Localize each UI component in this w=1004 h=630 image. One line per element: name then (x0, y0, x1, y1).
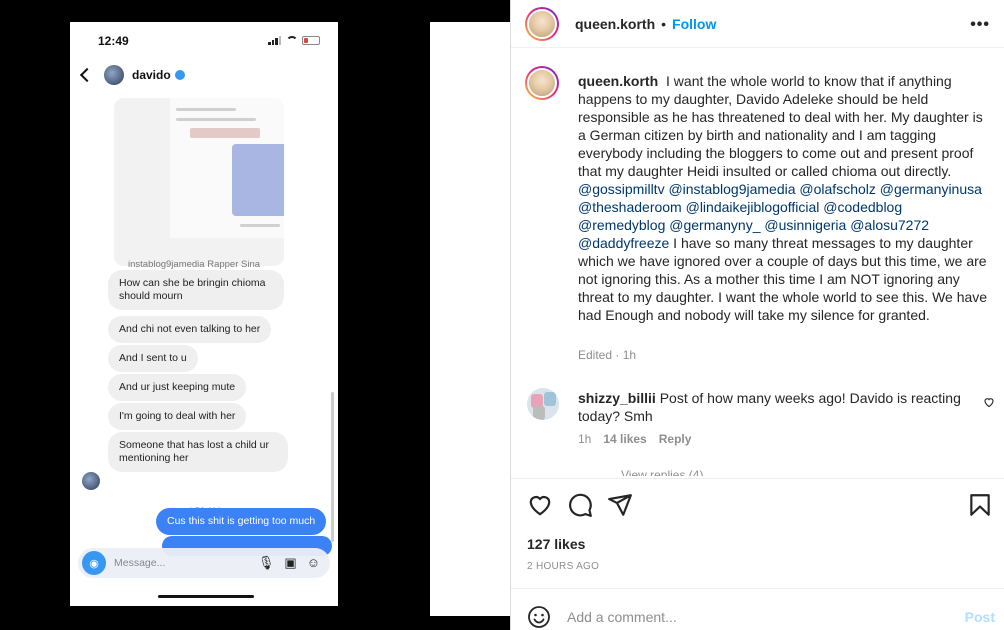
comment-likes[interactable]: 14 likes (603, 432, 646, 446)
likes-count[interactable]: 127 likes (527, 536, 585, 552)
next-slide-edge (430, 22, 510, 616)
message-bubble: I'm going to deal with her (108, 403, 247, 430)
bookmark-icon[interactable] (967, 492, 993, 518)
comment-time: 1h (578, 432, 592, 446)
phone-status-bar: 12:49 (70, 34, 338, 50)
message-input: Message... (114, 557, 166, 569)
commenter-avatar[interactable] (527, 388, 559, 420)
sender-avatar (82, 472, 100, 490)
shared-post-preview (114, 98, 284, 266)
view-replies-button[interactable]: View replies (4) (621, 468, 703, 476)
back-icon (79, 67, 95, 83)
camera-icon: ◉ (82, 551, 106, 575)
mic-icon: 🎙 (257, 555, 275, 570)
comment-text: shizzy_billii Post of how many weeks ago… (578, 390, 961, 424)
dm-header: davido (70, 62, 338, 88)
post-comment-button[interactable]: Post (965, 609, 995, 625)
posted-time: 2 HOURS AGO (527, 561, 600, 572)
wifi-icon (286, 36, 298, 45)
divider (511, 588, 1004, 589)
shared-post-image (170, 98, 284, 238)
share-icon[interactable] (607, 492, 633, 518)
follow-button[interactable]: Follow (672, 16, 716, 32)
more-icon[interactable]: ••• (970, 16, 990, 34)
phone-time: 12:49 (98, 34, 129, 48)
caption-meta: Edited · 1h (578, 348, 637, 362)
reply-button[interactable]: Reply (659, 432, 692, 446)
separator-dot: • (661, 15, 667, 32)
message-bubble: And chi not even talking to her (108, 316, 272, 343)
comment-meta: 1h 14 likes Reply (578, 432, 691, 446)
caption-username[interactable]: queen.korth (578, 73, 658, 89)
caption-avatar[interactable] (525, 66, 559, 100)
emoji-icon[interactable] (527, 605, 551, 629)
verified-icon (174, 70, 185, 80)
message-bubble-out: Cus this shit is getting too much (156, 508, 327, 535)
battery-icon (302, 36, 320, 45)
post-media[interactable]: 12:49 davido instablog9jamedia Rapper Si… (0, 0, 510, 630)
message-bubble: How can she be bringin chioma should mou… (108, 270, 284, 310)
author-avatar[interactable] (525, 6, 559, 41)
heart-icon[interactable] (527, 492, 553, 518)
signal-icon (268, 36, 282, 45)
dm-username: davido (132, 68, 171, 82)
commenter-username[interactable]: shizzy_billii (578, 390, 656, 406)
caption-text: queen.korth I want the whole world to kn… (578, 72, 988, 324)
action-bar (527, 492, 993, 520)
dm-avatar (104, 65, 124, 85)
sticker-icon: ☺ (306, 555, 320, 570)
comment-like-icon[interactable] (983, 396, 995, 408)
post-header: queen.korth • Follow ••• (511, 0, 1004, 48)
screenshot-phone: 12:49 davido instablog9jamedia Rapper Si… (70, 22, 338, 606)
add-comment-input[interactable]: Add a comment... (567, 609, 965, 625)
instagram-post-view: 12:49 davido instablog9jamedia Rapper Si… (0, 0, 1004, 630)
divider (511, 478, 1004, 479)
add-comment-bar: Add a comment... Post (527, 604, 995, 630)
home-indicator (158, 595, 254, 598)
chat-scrollbar (331, 392, 334, 542)
comment-icon[interactable] (567, 492, 593, 518)
message-composer: ◉ Message... 🎙 ▣ ☺ (78, 548, 330, 578)
author-username[interactable]: queen.korth (575, 16, 655, 32)
message-bubble: And ur just keeping mute (108, 374, 247, 401)
post-info-panel: queen.korth • Follow ••• queen.korth I w… (510, 0, 1004, 630)
gallery-icon: ▣ (284, 555, 297, 570)
message-bubble: Someone that has lost a child ur mention… (108, 432, 288, 472)
message-bubble: And I sent to u (108, 345, 198, 372)
